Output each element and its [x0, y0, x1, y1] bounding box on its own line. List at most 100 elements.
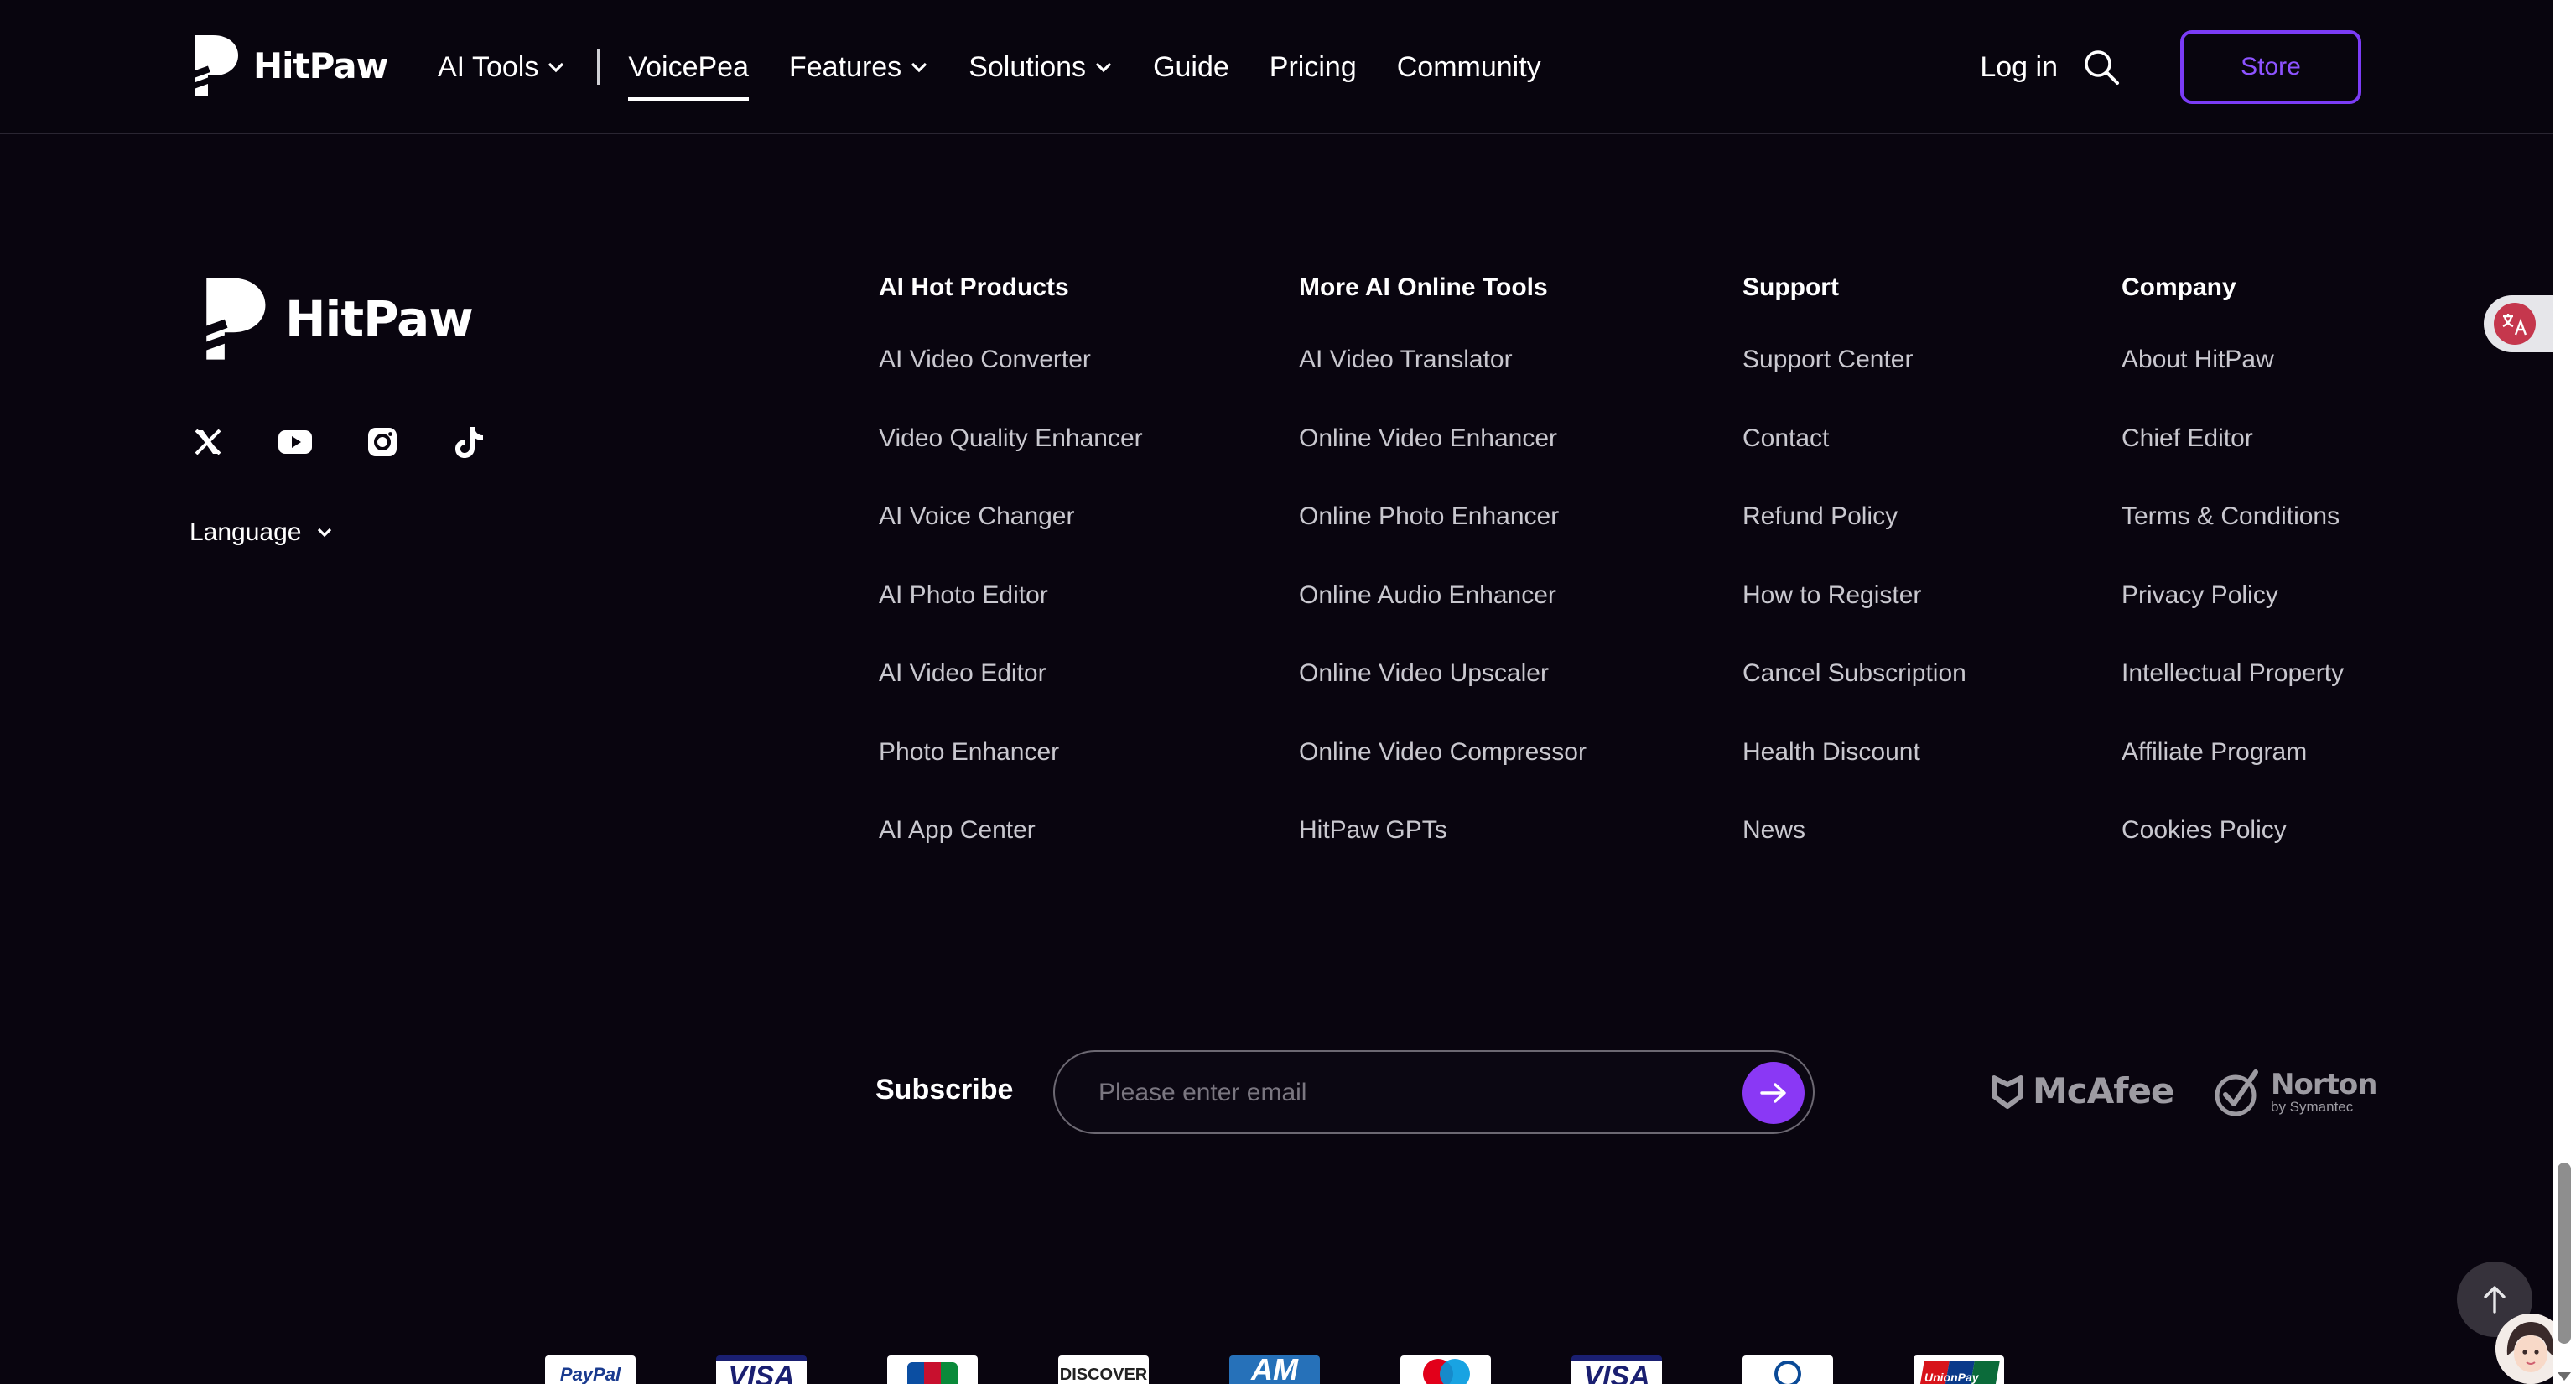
- column-title: Company: [2122, 273, 2236, 301]
- payment-label: AM: [1251, 1355, 1298, 1384]
- x-icon[interactable]: [190, 424, 226, 460]
- footer-link[interactable]: AI Video Converter: [879, 342, 1143, 421]
- nav-label: AI Tools: [438, 50, 539, 83]
- footer-link[interactable]: AI App Center: [879, 813, 1143, 892]
- diners-icon: [1742, 1355, 1833, 1384]
- column-title: AI Hot Products: [879, 273, 1069, 301]
- subscribe-submit-button[interactable]: [1742, 1062, 1805, 1124]
- unionpay-icon: UnionPay: [1914, 1355, 2004, 1384]
- instagram-icon[interactable]: [364, 424, 401, 460]
- payment-label: PayPal: [559, 1364, 621, 1384]
- subscribe-label: Subscribe: [875, 1074, 1014, 1106]
- arrow-up-icon: [2484, 1286, 2506, 1314]
- mcafee-shield-icon: [1992, 1074, 2023, 1109]
- header-logo[interactable]: HitPaw: [190, 32, 388, 99]
- footer-link[interactable]: Online Photo Enhancer: [1299, 499, 1587, 578]
- payment-label: DISCOVER: [1059, 1366, 1148, 1384]
- footer-link[interactable]: Chief Editor: [2122, 421, 2344, 500]
- nav-solutions[interactable]: Solutions: [969, 0, 1113, 134]
- footer-link[interactable]: How to Register: [1742, 578, 1966, 657]
- unionpay-stripes: UnionPay: [1918, 1361, 2000, 1384]
- footer-link[interactable]: Terms & Conditions: [2122, 499, 2344, 578]
- email-field[interactable]: [1098, 1072, 1685, 1114]
- brand-name: HitPaw: [253, 44, 388, 86]
- visa-icon: VISA: [716, 1355, 807, 1384]
- footer-link[interactable]: Privacy Policy: [2122, 578, 2344, 657]
- chevron-down-icon: [318, 528, 332, 538]
- footer-link[interactable]: Online Video Upscaler: [1299, 656, 1587, 735]
- scrollbar-thumb[interactable]: [2558, 1163, 2571, 1344]
- nav-guide[interactable]: Guide: [1153, 0, 1229, 134]
- mcafee-badge: McAfee: [1991, 1070, 2174, 1111]
- column-title: More AI Online Tools: [1299, 273, 1548, 301]
- footer-link[interactable]: AI Video Editor: [879, 656, 1143, 735]
- scroll-down-arrow-icon[interactable]: [2558, 1372, 2571, 1381]
- footer-column-company: Company About HitPaw Chief Editor Terms …: [2122, 270, 2344, 892]
- payment-label: VISA: [728, 1361, 795, 1384]
- footer-link[interactable]: Photo Enhancer: [879, 735, 1143, 814]
- footer-link[interactable]: News: [1742, 813, 1966, 892]
- norton-wordmark: Norton by Symantec: [2271, 1070, 2377, 1116]
- footer-link[interactable]: AI Voice Changer: [879, 499, 1143, 578]
- footer-link[interactable]: Affiliate Program: [2122, 735, 2344, 814]
- chevron-down-icon: [548, 62, 564, 73]
- footer-link[interactable]: Contact: [1742, 421, 1966, 500]
- nav-label: Solutions: [969, 50, 1087, 83]
- footer-column-support: Support Support Center Contact Refund Po…: [1742, 270, 1966, 892]
- subscribe-form: [1053, 1050, 1815, 1134]
- translate-icon: [2494, 303, 2536, 345]
- arrow-right-icon: [1760, 1083, 1786, 1103]
- nav-pricing[interactable]: Pricing: [1270, 0, 1357, 134]
- hitpaw-logo-icon: [190, 35, 238, 96]
- footer-link[interactable]: Health Discount: [1742, 735, 1966, 814]
- language-label: Language: [190, 518, 302, 546]
- footer-link[interactable]: HitPaw GPTs: [1299, 813, 1587, 892]
- search-icon[interactable]: [2083, 49, 2120, 86]
- mcafee-label: McAfee: [2033, 1070, 2174, 1111]
- link-list: AI Video Converter Video Quality Enhance…: [879, 342, 1143, 892]
- nav-label: Guide: [1153, 50, 1229, 83]
- store-button[interactable]: Store: [2180, 30, 2361, 104]
- diners-ring: [1774, 1361, 1801, 1384]
- maestro-icon: [1400, 1355, 1491, 1384]
- payment-label: VISA: [1583, 1361, 1650, 1384]
- footer-link[interactable]: Refund Policy: [1742, 499, 1966, 578]
- nav-ai-tools[interactable]: AI Tools: [438, 0, 565, 134]
- footer-link[interactable]: Support Center: [1742, 342, 1966, 421]
- footer-link[interactable]: AI Video Translator: [1299, 342, 1587, 421]
- footer-link[interactable]: Online Video Compressor: [1299, 735, 1587, 814]
- language-selector[interactable]: Language: [190, 518, 333, 547]
- norton-badge: Norton by Symantec: [2214, 1067, 2377, 1119]
- site-header: HitPaw AI Tools VoicePea Features Soluti…: [0, 0, 2553, 134]
- payment-label: UnionPay: [1924, 1371, 1979, 1384]
- tiktok-icon[interactable]: [451, 424, 488, 460]
- main-nav: AI Tools VoicePea Features Solutions Gui…: [438, 0, 1581, 134]
- footer-link[interactable]: About HitPaw: [2122, 342, 2344, 421]
- footer-link[interactable]: Online Audio Enhancer: [1299, 578, 1587, 657]
- youtube-icon[interactable]: [277, 424, 314, 460]
- footer-link[interactable]: Cancel Subscription: [1742, 656, 1966, 735]
- footer-link[interactable]: Online Video Enhancer: [1299, 421, 1587, 500]
- jcb-stripes: [907, 1362, 958, 1384]
- footer-column-ai-hot-products: AI Hot Products AI Video Converter Video…: [879, 270, 1143, 892]
- translate-button[interactable]: [2484, 295, 2561, 352]
- footer-link[interactable]: Video Quality Enhancer: [879, 421, 1143, 500]
- page-scrollbar[interactable]: [2553, 0, 2576, 1384]
- login-link[interactable]: Log in: [1980, 51, 2058, 84]
- footer-link[interactable]: AI Photo Editor: [879, 578, 1143, 657]
- footer-logo[interactable]: HitPaw: [200, 273, 474, 364]
- amex-icon: AM: [1229, 1355, 1320, 1384]
- nav-features[interactable]: Features: [789, 0, 928, 134]
- footer-link[interactable]: Cookies Policy: [2122, 813, 2344, 892]
- chevron-down-icon: [1095, 62, 1112, 73]
- footer-link[interactable]: Intellectual Property: [2122, 656, 2344, 735]
- header-actions: Log in Store: [1980, 0, 2361, 134]
- nav-community[interactable]: Community: [1397, 0, 1541, 134]
- column-title: Support: [1742, 273, 1839, 301]
- nav-label: Pricing: [1269, 50, 1357, 83]
- visa-icon: VISA: [1571, 1355, 1662, 1384]
- nav-label: Features: [789, 50, 902, 83]
- nav-divider: [597, 49, 600, 85]
- nav-voicepea[interactable]: VoicePea: [628, 0, 749, 134]
- link-list: About HitPaw Chief Editor Terms & Condit…: [2122, 342, 2344, 892]
